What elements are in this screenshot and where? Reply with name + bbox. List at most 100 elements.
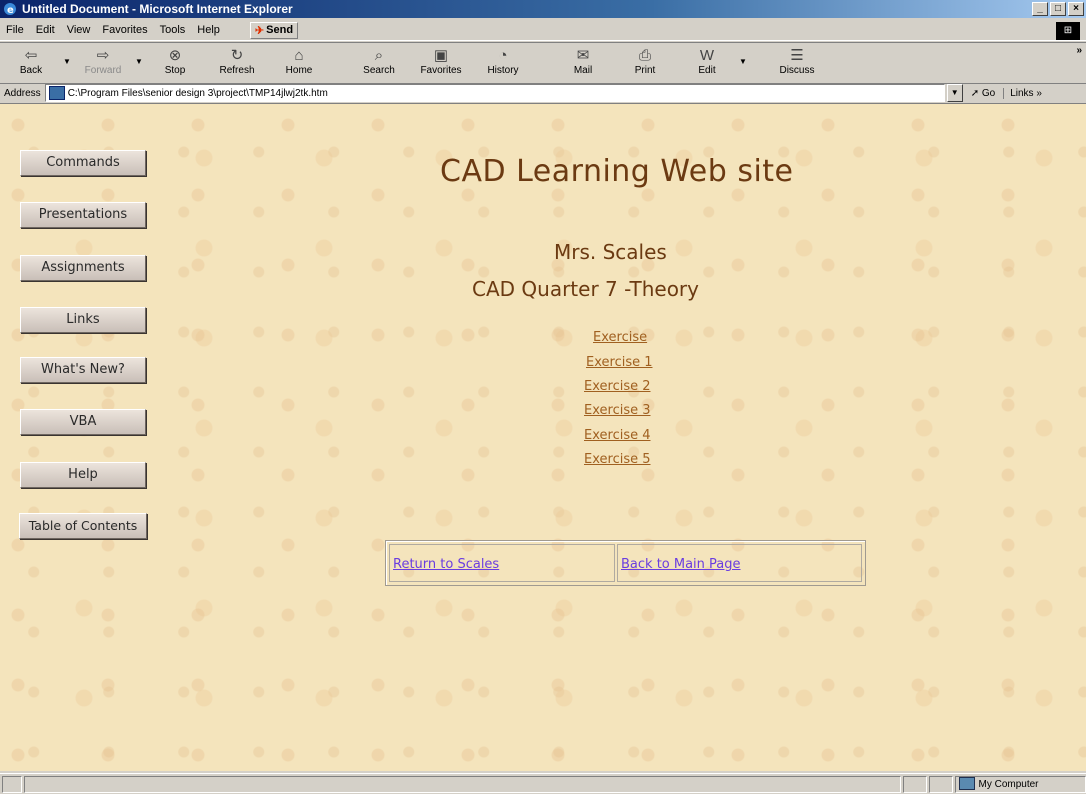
edit-label: Edit <box>698 65 715 76</box>
my-computer-icon <box>959 777 975 790</box>
links-button[interactable]: Links » <box>1003 88 1042 99</box>
go-label: Go <box>982 88 995 99</box>
exercise-1-link[interactable]: Exercise 1 <box>586 355 653 370</box>
stop-button[interactable]: ⊗Stop <box>144 43 206 83</box>
nav-table: Return to Scales Back to Main Page <box>385 540 866 586</box>
send-label: Send <box>266 24 293 36</box>
favorites-button[interactable]: ▣Favorites <box>410 43 472 83</box>
forward-button[interactable]: ⇨Forward <box>72 43 134 83</box>
history-icon: ◔ <box>493 45 513 65</box>
print-button[interactable]: ⎙Print <box>614 43 676 83</box>
back-dropdown[interactable]: ▼ <box>62 43 72 66</box>
forward-label: Forward <box>85 65 122 76</box>
exercise-4-link[interactable]: Exercise 4 <box>584 428 651 443</box>
status-text-panel <box>24 776 901 793</box>
sidebar-whats-new-button[interactable]: What's New? <box>20 357 146 383</box>
search-label: Search <box>363 65 395 76</box>
stop-icon: ⊗ <box>165 45 185 65</box>
sidebar-vba-button[interactable]: VBA <box>20 409 146 435</box>
maximize-button[interactable]: □ <box>1050 2 1066 16</box>
home-icon: ⌂ <box>289 45 309 65</box>
exercise-link[interactable]: Exercise <box>593 330 647 345</box>
exercise-5-link[interactable]: Exercise 5 <box>584 452 651 467</box>
toolbar-chevron-icon[interactable]: » <box>1076 45 1082 56</box>
page-icon <box>49 86 65 100</box>
nav-cell-back: Back to Main Page <box>617 544 862 582</box>
edit-button[interactable]: WEdit <box>676 43 738 83</box>
close-button[interactable]: × <box>1068 2 1084 16</box>
standard-toolbar: ⇦Back ▼ ⇨Forward ▼ ⊗Stop ↻Refresh ⌂Home … <box>0 42 1086 84</box>
send-button[interactable]: ✈ Send <box>250 22 298 39</box>
status-bar: My Computer <box>0 773 1086 794</box>
status-progress-panel <box>903 776 927 793</box>
print-label: Print <box>635 65 656 76</box>
back-button[interactable]: ⇦Back <box>0 43 62 83</box>
home-label: Home <box>286 65 313 76</box>
status-zone-panel: My Computer <box>955 776 1086 793</box>
search-button[interactable]: ⌕Search <box>348 43 410 83</box>
menu-favorites[interactable]: Favorites <box>96 24 153 36</box>
svg-text:e: e <box>7 5 14 16</box>
home-button[interactable]: ⌂Home <box>268 43 330 83</box>
forward-arrow-icon: ⇨ <box>93 45 113 65</box>
menu-tools[interactable]: Tools <box>154 24 192 36</box>
go-button[interactable]: ➚ Go <box>963 88 1004 99</box>
site-title: CAD Learning Web site <box>440 154 794 189</box>
refresh-icon: ↻ <box>227 45 247 65</box>
nav-cell-return: Return to Scales <box>389 544 615 582</box>
address-dropdown[interactable]: ▼ <box>947 84 963 102</box>
back-label: Back <box>20 65 42 76</box>
go-arrow-icon: ➚ <box>971 88 979 99</box>
status-lock-panel <box>929 776 953 793</box>
mail-label: Mail <box>574 65 592 76</box>
history-button[interactable]: ◔History <box>472 43 534 83</box>
menu-edit[interactable]: Edit <box>30 24 61 36</box>
address-url: C:\Program Files\senior design 3\project… <box>68 88 328 99</box>
page-content: Commands Presentations Assignments Links… <box>0 104 1086 771</box>
refresh-button[interactable]: ↻Refresh <box>206 43 268 83</box>
back-arrow-icon: ⇦ <box>21 45 41 65</box>
favorites-label: Favorites <box>420 65 461 76</box>
menu-bar: File Edit View Favorites Tools Help ✈ Se… <box>0 20 1086 41</box>
forward-dropdown[interactable]: ▼ <box>134 43 144 66</box>
address-label: Address <box>0 88 45 99</box>
address-bar: Address C:\Program Files\senior design 3… <box>0 83 1086 104</box>
favorites-icon: ▣ <box>431 45 451 65</box>
stop-label: Stop <box>165 65 186 76</box>
sidebar-commands-button[interactable]: Commands <box>20 150 146 176</box>
sidebar-table-of-contents-button[interactable]: Table of Contents <box>19 513 147 539</box>
course-title: CAD Quarter 7 -Theory <box>472 277 699 301</box>
edit-dropdown[interactable]: ▼ <box>738 43 748 66</box>
sidebar-links-button[interactable]: Links <box>20 307 146 333</box>
menu-file[interactable]: File <box>0 24 30 36</box>
teacher-name: Mrs. Scales <box>554 240 667 264</box>
menu-view[interactable]: View <box>61 24 97 36</box>
refresh-label: Refresh <box>219 65 254 76</box>
window-title: Untitled Document - Microsoft Internet E… <box>22 0 293 18</box>
menu-help[interactable]: Help <box>191 24 226 36</box>
mail-icon: ✉ <box>573 45 593 65</box>
minimize-button[interactable]: _ <box>1032 2 1048 16</box>
discuss-button[interactable]: ☰Discuss <box>766 43 828 83</box>
search-icon: ⌕ <box>369 45 389 65</box>
status-page-icon <box>2 776 22 793</box>
history-label: History <box>487 65 518 76</box>
sidebar-presentations-button[interactable]: Presentations <box>20 202 146 228</box>
discuss-label: Discuss <box>779 65 814 76</box>
back-to-main-page-link[interactable]: Back to Main Page <box>621 557 741 572</box>
sidebar-assignments-button[interactable]: Assignments <box>20 255 146 281</box>
address-input[interactable]: C:\Program Files\senior design 3\project… <box>45 84 945 102</box>
discuss-icon: ☰ <box>787 45 807 65</box>
status-zone-label: My Computer <box>979 779 1039 790</box>
mail-button[interactable]: ✉Mail <box>552 43 614 83</box>
return-to-scales-link[interactable]: Return to Scales <box>393 557 499 572</box>
windows-logo-icon: ⊞ <box>1056 22 1080 40</box>
edit-icon: W <box>697 45 717 65</box>
exercise-2-link[interactable]: Exercise 2 <box>584 379 651 394</box>
send-icon: ✈ <box>255 24 264 37</box>
ie-logo-icon: e <box>3 2 17 16</box>
sidebar-help-button[interactable]: Help <box>20 462 146 488</box>
print-icon: ⎙ <box>635 45 655 65</box>
exercise-3-link[interactable]: Exercise 3 <box>584 403 651 418</box>
window-title-bar[interactable]: e Untitled Document - Microsoft Internet… <box>0 0 1086 18</box>
